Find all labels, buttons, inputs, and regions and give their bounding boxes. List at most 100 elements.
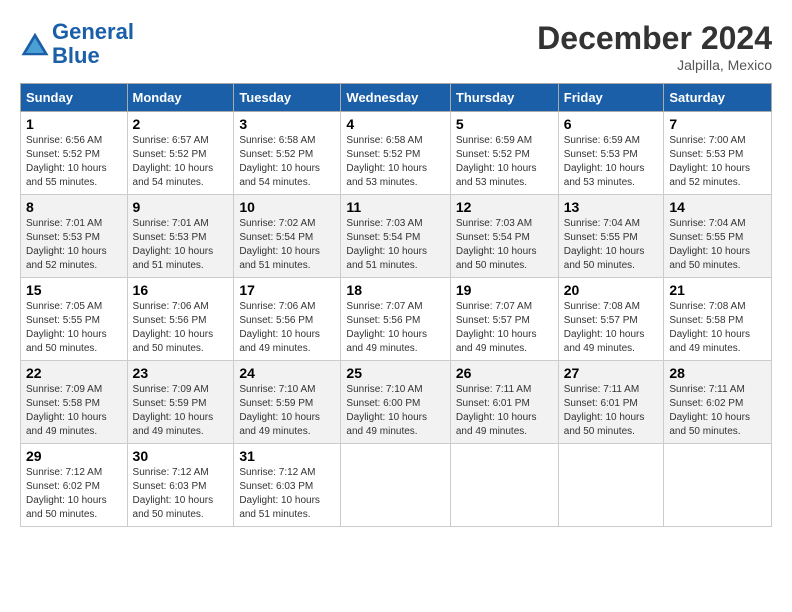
calendar-cell: 11 Sunrise: 7:03 AMSunset: 5:54 PMDaylig… xyxy=(341,195,450,278)
calendar-week-4: 22 Sunrise: 7:09 AMSunset: 5:58 PMDaylig… xyxy=(21,361,772,444)
day-detail: Sunrise: 7:02 AMSunset: 5:54 PMDaylight:… xyxy=(239,218,320,271)
calendar-cell: 25 Sunrise: 7:10 AMSunset: 6:00 PMDaylig… xyxy=(341,361,450,444)
day-detail: Sunrise: 6:57 AMSunset: 5:52 PMDaylight:… xyxy=(133,135,214,188)
calendar-cell: 18 Sunrise: 7:07 AMSunset: 5:56 PMDaylig… xyxy=(341,278,450,361)
day-detail: Sunrise: 7:09 AMSunset: 5:59 PMDaylight:… xyxy=(133,384,214,437)
day-number: 9 xyxy=(133,199,229,215)
day-number: 22 xyxy=(26,365,122,381)
logo: General Blue xyxy=(20,20,134,68)
calendar-cell: 1 Sunrise: 6:56 AMSunset: 5:52 PMDayligh… xyxy=(21,112,128,195)
day-number: 11 xyxy=(346,199,444,215)
day-number: 4 xyxy=(346,116,444,132)
day-detail: Sunrise: 7:12 AMSunset: 6:03 PMDaylight:… xyxy=(133,467,214,520)
day-number: 27 xyxy=(564,365,659,381)
calendar-cell: 15 Sunrise: 7:05 AMSunset: 5:55 PMDaylig… xyxy=(21,278,128,361)
calendar-cell: 8 Sunrise: 7:01 AMSunset: 5:53 PMDayligh… xyxy=(21,195,128,278)
day-number: 21 xyxy=(669,282,766,298)
calendar-cell: 2 Sunrise: 6:57 AMSunset: 5:52 PMDayligh… xyxy=(127,112,234,195)
day-number: 3 xyxy=(239,116,335,132)
day-number: 15 xyxy=(26,282,122,298)
calendar-cell: 24 Sunrise: 7:10 AMSunset: 5:59 PMDaylig… xyxy=(234,361,341,444)
calendar-cell: 13 Sunrise: 7:04 AMSunset: 5:55 PMDaylig… xyxy=(558,195,664,278)
calendar-cell: 30 Sunrise: 7:12 AMSunset: 6:03 PMDaylig… xyxy=(127,444,234,527)
col-friday: Friday xyxy=(558,84,664,112)
calendar-week-3: 15 Sunrise: 7:05 AMSunset: 5:55 PMDaylig… xyxy=(21,278,772,361)
day-number: 12 xyxy=(456,199,553,215)
calendar-cell: 3 Sunrise: 6:58 AMSunset: 5:52 PMDayligh… xyxy=(234,112,341,195)
day-number: 30 xyxy=(133,448,229,464)
title-block: December 2024 Jalpilla, Mexico xyxy=(537,20,772,73)
day-detail: Sunrise: 7:11 AMSunset: 6:01 PMDaylight:… xyxy=(564,384,645,437)
calendar-cell: 10 Sunrise: 7:02 AMSunset: 5:54 PMDaylig… xyxy=(234,195,341,278)
day-number: 5 xyxy=(456,116,553,132)
day-detail: Sunrise: 7:04 AMSunset: 5:55 PMDaylight:… xyxy=(669,218,750,271)
day-number: 23 xyxy=(133,365,229,381)
calendar-cell: 22 Sunrise: 7:09 AMSunset: 5:58 PMDaylig… xyxy=(21,361,128,444)
location: Jalpilla, Mexico xyxy=(537,57,772,73)
page-header: General Blue December 2024 Jalpilla, Mex… xyxy=(20,20,772,73)
day-detail: Sunrise: 7:05 AMSunset: 5:55 PMDaylight:… xyxy=(26,301,107,354)
day-number: 18 xyxy=(346,282,444,298)
logo-line1: General xyxy=(52,19,134,44)
logo-text: General Blue xyxy=(52,20,134,68)
calendar-cell: 27 Sunrise: 7:11 AMSunset: 6:01 PMDaylig… xyxy=(558,361,664,444)
day-detail: Sunrise: 7:07 AMSunset: 5:57 PMDaylight:… xyxy=(456,301,537,354)
day-number: 19 xyxy=(456,282,553,298)
calendar-cell: 14 Sunrise: 7:04 AMSunset: 5:55 PMDaylig… xyxy=(664,195,772,278)
day-number: 16 xyxy=(133,282,229,298)
day-detail: Sunrise: 7:01 AMSunset: 5:53 PMDaylight:… xyxy=(26,218,107,271)
day-number: 8 xyxy=(26,199,122,215)
calendar-week-1: 1 Sunrise: 6:56 AMSunset: 5:52 PMDayligh… xyxy=(21,112,772,195)
day-number: 14 xyxy=(669,199,766,215)
day-detail: Sunrise: 7:07 AMSunset: 5:56 PMDaylight:… xyxy=(346,301,427,354)
day-number: 24 xyxy=(239,365,335,381)
day-detail: Sunrise: 7:03 AMSunset: 5:54 PMDaylight:… xyxy=(456,218,537,271)
calendar-cell: 7 Sunrise: 7:00 AMSunset: 5:53 PMDayligh… xyxy=(664,112,772,195)
day-detail: Sunrise: 7:04 AMSunset: 5:55 PMDaylight:… xyxy=(564,218,645,271)
day-number: 1 xyxy=(26,116,122,132)
logo-line2: Blue xyxy=(52,43,100,68)
col-tuesday: Tuesday xyxy=(234,84,341,112)
day-number: 25 xyxy=(346,365,444,381)
month-title: December 2024 xyxy=(537,20,772,57)
day-number: 6 xyxy=(564,116,659,132)
day-number: 20 xyxy=(564,282,659,298)
col-wednesday: Wednesday xyxy=(341,84,450,112)
col-monday: Monday xyxy=(127,84,234,112)
col-saturday: Saturday xyxy=(664,84,772,112)
calendar-week-2: 8 Sunrise: 7:01 AMSunset: 5:53 PMDayligh… xyxy=(21,195,772,278)
day-detail: Sunrise: 6:56 AMSunset: 5:52 PMDaylight:… xyxy=(26,135,107,188)
day-number: 26 xyxy=(456,365,553,381)
day-detail: Sunrise: 6:59 AMSunset: 5:53 PMDaylight:… xyxy=(564,135,645,188)
calendar-cell xyxy=(664,444,772,527)
day-detail: Sunrise: 7:11 AMSunset: 6:02 PMDaylight:… xyxy=(669,384,750,437)
calendar-cell: 31 Sunrise: 7:12 AMSunset: 6:03 PMDaylig… xyxy=(234,444,341,527)
day-detail: Sunrise: 7:08 AMSunset: 5:58 PMDaylight:… xyxy=(669,301,750,354)
calendar-cell: 9 Sunrise: 7:01 AMSunset: 5:53 PMDayligh… xyxy=(127,195,234,278)
calendar-cell: 29 Sunrise: 7:12 AMSunset: 6:02 PMDaylig… xyxy=(21,444,128,527)
calendar-cell: 6 Sunrise: 6:59 AMSunset: 5:53 PMDayligh… xyxy=(558,112,664,195)
day-detail: Sunrise: 7:03 AMSunset: 5:54 PMDaylight:… xyxy=(346,218,427,271)
calendar-cell: 17 Sunrise: 7:06 AMSunset: 5:56 PMDaylig… xyxy=(234,278,341,361)
day-detail: Sunrise: 7:06 AMSunset: 5:56 PMDaylight:… xyxy=(133,301,214,354)
calendar-cell: 20 Sunrise: 7:08 AMSunset: 5:57 PMDaylig… xyxy=(558,278,664,361)
logo-icon xyxy=(20,29,50,59)
calendar-cell xyxy=(558,444,664,527)
day-number: 13 xyxy=(564,199,659,215)
day-number: 10 xyxy=(239,199,335,215)
calendar-cell: 5 Sunrise: 6:59 AMSunset: 5:52 PMDayligh… xyxy=(450,112,558,195)
day-detail: Sunrise: 6:58 AMSunset: 5:52 PMDaylight:… xyxy=(346,135,427,188)
day-detail: Sunrise: 7:09 AMSunset: 5:58 PMDaylight:… xyxy=(26,384,107,437)
day-number: 31 xyxy=(239,448,335,464)
day-number: 17 xyxy=(239,282,335,298)
calendar-table: Sunday Monday Tuesday Wednesday Thursday… xyxy=(20,83,772,527)
col-thursday: Thursday xyxy=(450,84,558,112)
calendar-cell: 23 Sunrise: 7:09 AMSunset: 5:59 PMDaylig… xyxy=(127,361,234,444)
day-detail: Sunrise: 7:12 AMSunset: 6:02 PMDaylight:… xyxy=(26,467,107,520)
calendar-cell: 19 Sunrise: 7:07 AMSunset: 5:57 PMDaylig… xyxy=(450,278,558,361)
day-number: 28 xyxy=(669,365,766,381)
calendar-cell: 12 Sunrise: 7:03 AMSunset: 5:54 PMDaylig… xyxy=(450,195,558,278)
calendar-week-5: 29 Sunrise: 7:12 AMSunset: 6:02 PMDaylig… xyxy=(21,444,772,527)
calendar-cell xyxy=(341,444,450,527)
day-number: 2 xyxy=(133,116,229,132)
